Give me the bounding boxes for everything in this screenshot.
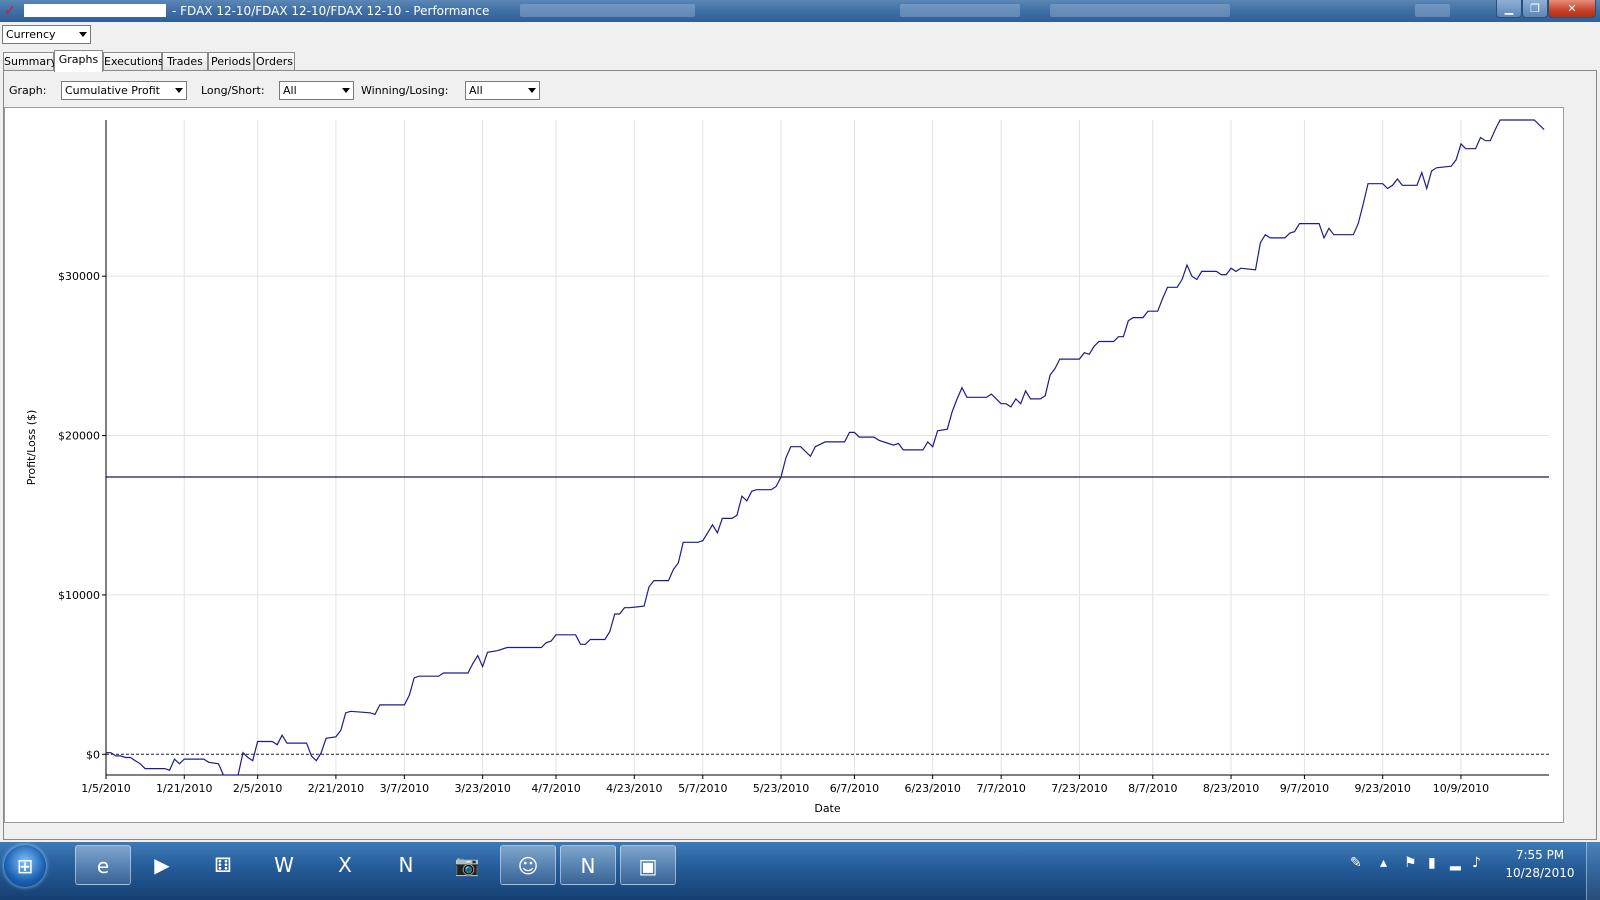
title-bar-reflection [1050, 4, 1230, 17]
internet-explorer-icon[interactable]: e [75, 845, 131, 885]
minimize-button[interactable]: ▁ [1496, 0, 1522, 18]
currency-select[interactable]: Currency [2, 25, 91, 44]
currency-select-value: Currency [6, 28, 56, 41]
y-tick-label: $30000 [58, 270, 100, 283]
clock-time[interactable]: 7:55 PM [1498, 848, 1582, 862]
tab-label: Trades [167, 55, 203, 68]
ninjatrader-window-icon[interactable]: N [560, 845, 616, 885]
x-tick-label: 1/5/2010 [81, 782, 130, 795]
title-redaction [24, 4, 166, 17]
volume-icon[interactable]: ♪ [1472, 854, 1481, 872]
x-tick-label: 6/23/2010 [904, 782, 960, 795]
x-tick-label: 10/9/2010 [1433, 782, 1489, 795]
winning-losing-select[interactable]: All [465, 81, 540, 100]
y-tick-label: $10000 [58, 589, 100, 602]
ninjatrader-icon[interactable]: N [378, 845, 434, 885]
close-button[interactable]: ✕ [1548, 0, 1596, 18]
clock-date[interactable]: 10/28/2010 [1498, 866, 1582, 880]
media-player-icon[interactable]: ▶ [134, 845, 190, 885]
chart-axes [102, 120, 1549, 779]
x-tick-label: 5/7/2010 [678, 782, 727, 795]
tab-trades[interactable]: Trades [162, 52, 208, 71]
power-icon[interactable]: ▮ [1428, 854, 1436, 872]
tab-periods[interactable]: Periods [208, 52, 254, 71]
chevron-down-icon [342, 88, 350, 93]
x-tick-label: 2/5/2010 [233, 782, 282, 795]
tab-label: Graphs [58, 53, 99, 66]
winning-losing-label: Winning/Losing: [361, 84, 449, 97]
chevron-down-icon [79, 32, 87, 37]
x-axis-label: Date [814, 802, 841, 815]
long-short-value: All [283, 84, 297, 97]
dice-app-icon[interactable]: ⚅ [195, 845, 251, 885]
y-axis-label: Profit/Loss ($) [25, 410, 38, 486]
tab-label: Periods [210, 55, 252, 68]
x-tick-label: 3/23/2010 [454, 782, 510, 795]
tab-graphs[interactable]: Graphs [54, 50, 103, 72]
y-tick-label: $20000 [58, 430, 100, 443]
chart-grid [105, 120, 1549, 775]
x-tick-label: 9/23/2010 [1354, 782, 1410, 795]
x-tick-label: 5/23/2010 [753, 782, 809, 795]
chevron-down-icon [528, 88, 536, 93]
start-button[interactable]: ⊞ [4, 845, 46, 887]
tick-labels: 1/5/2010 1/21/2010 2/5/2010 2/21/2010 3/7/20… [58, 270, 1489, 795]
x-tick-label: 6/7/2010 [830, 782, 879, 795]
x-tick-label: 1/21/2010 [156, 782, 212, 795]
messenger-icon[interactable]: ☺ [500, 845, 556, 885]
winning-losing-value: All [469, 84, 483, 97]
pen-tablet-icon[interactable]: ✎ [1350, 854, 1362, 872]
action-center-flag-icon[interactable]: ⚑ [1404, 854, 1417, 872]
cumulative-profit-chart: 1/5/2010 1/21/2010 2/5/2010 2/21/2010 3/7/20… [25, 119, 1549, 815]
graph-label: Graph: [9, 84, 47, 97]
graph-type-value: Cumulative Profit [65, 84, 160, 97]
tab-summary[interactable]: Summary [3, 52, 58, 71]
network-signal-icon[interactable]: ▂ [1450, 854, 1461, 872]
title-bar-reflection [520, 4, 695, 17]
reference-lines [106, 476, 1549, 755]
x-tick-label: 9/7/2010 [1280, 782, 1329, 795]
x-tick-label: 4/7/2010 [531, 782, 580, 795]
photo-viewer-icon[interactable]: ▣ [620, 845, 676, 885]
show-desktop-button[interactable] [1586, 842, 1600, 900]
x-tick-label: 3/7/2010 [380, 782, 429, 795]
x-tick-label: 8/23/2010 [1203, 782, 1259, 795]
tab-label: Summary [4, 55, 58, 68]
tab-label: Executions [104, 55, 164, 68]
x-tick-label: 7/23/2010 [1051, 782, 1107, 795]
taskbar: ⊞ e ▶ ⚅ W X N 📷 ☺ N ▣ ✎ ▴ ⚑ ▮ ▂ ♪ 7:55 PM 10/28/2… [0, 842, 1600, 900]
graph-type-select[interactable]: Cumulative Profit [61, 81, 187, 100]
excel-icon[interactable]: X [317, 845, 373, 885]
chart-panel[interactable]: 1/5/2010 1/21/2010 2/5/2010 2/21/2010 3/7/20… [4, 107, 1564, 823]
long-short-label: Long/Short: [201, 84, 265, 97]
title-bar-reflection [900, 4, 1020, 17]
x-tick-label: 8/7/2010 [1128, 782, 1177, 795]
tab-orders[interactable]: Orders [254, 52, 295, 71]
x-tick-label: 7/7/2010 [976, 782, 1025, 795]
x-tick-label: 4/23/2010 [606, 782, 662, 795]
ninja-logo-icon[interactable]: ✓ [4, 3, 20, 19]
cumulative-profit-line [106, 119, 1545, 776]
x-tick-label: 2/21/2010 [308, 782, 364, 795]
chevron-down-icon [175, 88, 183, 93]
word-icon[interactable]: W [256, 845, 312, 885]
window-title: - FDAX 12-10/FDAX 12-10/FDAX 12-10 - Per… [172, 4, 490, 18]
long-short-select[interactable]: All [279, 81, 354, 100]
tab-label: Orders [256, 55, 293, 68]
tab-executions[interactable]: Executions [103, 52, 164, 71]
show-hidden-icons-icon[interactable]: ▴ [1380, 854, 1387, 872]
title-bar[interactable]: ✓ - FDAX 12-10/FDAX 12-10/FDAX 12-10 - P… [0, 0, 1600, 22]
maximize-button[interactable]: ❐ [1522, 0, 1548, 18]
y-tick-label: $0 [86, 748, 100, 761]
camera-icon[interactable]: 📷 [439, 845, 495, 885]
title-bar-reflection [1415, 4, 1450, 17]
